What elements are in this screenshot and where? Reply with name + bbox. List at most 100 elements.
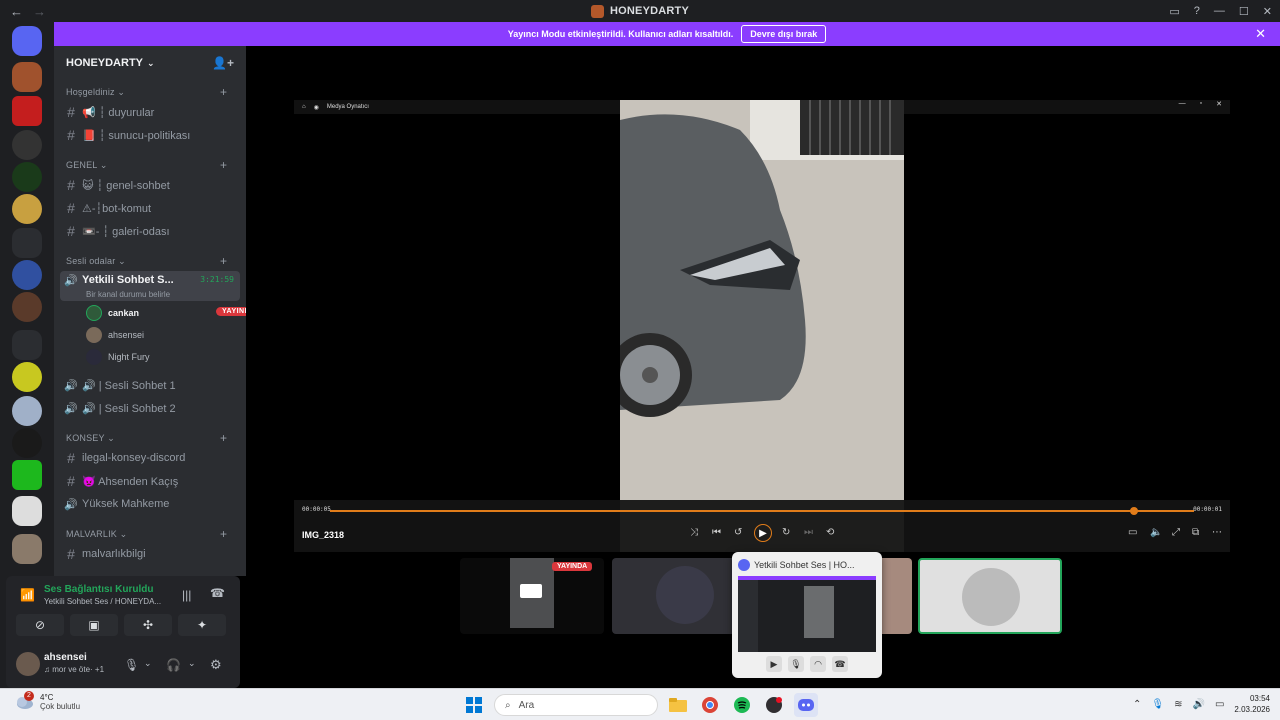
channel-malvarlikbilgi[interactable]: # malvarlıkbilgi bbox=[60, 544, 240, 564]
home-icon[interactable]: ⌂ bbox=[302, 104, 306, 110]
add-channel-icon[interactable]: + bbox=[220, 85, 227, 99]
server-icon[interactable] bbox=[12, 130, 42, 160]
server-icon[interactable] bbox=[12, 96, 42, 126]
discord-home-icon[interactable] bbox=[12, 26, 42, 56]
wifi-icon[interactable]: ≋ bbox=[1174, 699, 1182, 710]
avatar[interactable] bbox=[16, 652, 40, 676]
seek-bar[interactable] bbox=[330, 510, 1194, 512]
headphones-icon[interactable]: ◠ bbox=[810, 656, 826, 672]
add-channel-icon[interactable]: + bbox=[220, 431, 227, 445]
file-explorer-icon[interactable] bbox=[666, 693, 690, 717]
chrome-icon[interactable] bbox=[698, 693, 722, 717]
help-icon[interactable]: ? bbox=[1194, 5, 1200, 17]
server-icon[interactable] bbox=[12, 260, 42, 290]
channel-ilegal-konsey[interactable]: # ilegal-konsey-discord bbox=[60, 448, 240, 468]
voice-channel-sesli-sohbet-1[interactable]: 🔊 🔊 | Sesli Sohbet 1 bbox=[60, 375, 240, 395]
obs-icon[interactable] bbox=[762, 693, 786, 717]
channel-duyurular[interactable]: # 📢 ┆ duyurular bbox=[60, 102, 240, 122]
soundboard-button[interactable]: ✦ bbox=[178, 614, 226, 636]
chevron-down-icon[interactable]: ⌄ bbox=[188, 658, 196, 669]
server-icon[interactable] bbox=[12, 496, 42, 526]
microphone-icon[interactable]: 🎙 bbox=[788, 656, 804, 672]
voice-channel-yetkili-sohbet[interactable]: 🔊 Yetkili Sohbet S... 3:21:59 Bir kanal … bbox=[60, 271, 240, 301]
server-icon[interactable] bbox=[12, 428, 42, 458]
activities-button[interactable]: ✣ bbox=[124, 614, 172, 636]
participant-tile-speaking[interactable] bbox=[918, 558, 1062, 634]
server-header[interactable]: HONEYDARTY ⌄ 👤+ bbox=[54, 46, 246, 80]
server-icon[interactable] bbox=[12, 396, 42, 426]
player-maximize-icon[interactable]: ▫ bbox=[1200, 100, 1202, 108]
user-name[interactable]: ahsensei bbox=[44, 652, 87, 663]
window-preview[interactable] bbox=[738, 576, 876, 652]
channel-sunucu-politikasi[interactable]: # 📕 ┆ sunucu-politikası bbox=[60, 125, 240, 145]
more-options-icon[interactable]: ⋯ bbox=[1212, 527, 1222, 538]
fullscreen-icon[interactable]: ⤢ bbox=[1172, 527, 1180, 538]
camera-off-button[interactable]: ⊘ bbox=[16, 614, 64, 636]
voice-channel-sesli-sohbet-2[interactable]: 🔊 🔊 | Sesli Sohbet 2 bbox=[60, 398, 240, 418]
seek-knob[interactable] bbox=[1129, 507, 1138, 515]
subtitles-icon[interactable]: ▭ bbox=[1128, 527, 1137, 538]
server-icon[interactable] bbox=[12, 362, 42, 392]
taskbar-preview-popup[interactable]: Yetkili Sohbet Ses | HO... ▶ 🎙 ◠ ☎ bbox=[732, 552, 882, 678]
channel-galeri-odasi[interactable]: # 📼- ┆ galeri-odası bbox=[60, 221, 240, 241]
settings-gear-icon[interactable]: ⚙ bbox=[210, 657, 222, 673]
camera-icon[interactable]: ▶ bbox=[766, 656, 782, 672]
windows-start-icon[interactable] bbox=[462, 693, 486, 717]
voice-user[interactable]: cankan YAYINDA bbox=[86, 304, 262, 322]
disable-button[interactable]: Devre dışı bırak bbox=[741, 25, 827, 43]
server-icon[interactable] bbox=[12, 162, 42, 192]
weather-widget[interactable]: 2 4°C Çok bulutlu bbox=[14, 691, 80, 711]
category-hosgeldiniz[interactable]: Hoşgeldiniz ⌄ + bbox=[66, 85, 227, 99]
forward-icon[interactable]: ↻ bbox=[782, 527, 790, 538]
server-icon[interactable] bbox=[12, 62, 42, 92]
add-channel-icon[interactable]: + bbox=[220, 158, 227, 172]
invite-icon[interactable]: 👤+ bbox=[212, 56, 234, 70]
chevron-down-icon[interactable]: ⌄ bbox=[144, 658, 152, 669]
server-icon[interactable] bbox=[12, 194, 42, 224]
add-channel-icon[interactable]: + bbox=[220, 254, 227, 268]
next-icon[interactable]: ⏭ bbox=[804, 527, 813, 538]
repeat-icon[interactable]: ⟲ bbox=[826, 527, 834, 538]
folder-icon[interactable] bbox=[12, 330, 42, 360]
add-channel-icon[interactable]: + bbox=[220, 527, 227, 541]
channel-ahsenden-kacis[interactable]: # 👿 Ahsenden Kaçış bbox=[60, 471, 240, 491]
voice-channel-yuksek-mahkeme[interactable]: 🔊 Yüksek Mahkeme bbox=[60, 494, 240, 514]
minimize-button[interactable]: — bbox=[1214, 5, 1225, 17]
player-minimize-icon[interactable]: — bbox=[1179, 100, 1186, 108]
category-konsey[interactable]: KONSEY ⌄ + bbox=[66, 431, 227, 445]
volume-tray-icon[interactable]: 🔊 bbox=[1193, 699, 1205, 710]
clock[interactable]: 03:54 2.03.2026 bbox=[1234, 693, 1270, 715]
previous-icon[interactable]: ⏮ bbox=[712, 527, 721, 538]
play-icon[interactable]: ▶ bbox=[754, 524, 772, 542]
inbox-icon[interactable]: ▭ bbox=[1169, 5, 1179, 18]
channel-bot-komut[interactable]: # ⚠-┆bot-komut bbox=[60, 198, 240, 218]
connection-signal-icon[interactable]: 📶 bbox=[20, 588, 35, 602]
voice-user[interactable]: Night Fury bbox=[86, 348, 150, 366]
rewind-icon[interactable]: ↺ bbox=[734, 527, 742, 538]
close-button[interactable]: ✕ bbox=[1263, 5, 1272, 18]
search-box[interactable]: ⌕ Ara bbox=[494, 694, 658, 716]
voice-channel-name[interactable]: Yetkili Sohbet Ses / HONEYDA... bbox=[44, 597, 161, 606]
stream-tile[interactable]: YAYINDA bbox=[460, 558, 604, 634]
server-icon[interactable] bbox=[12, 292, 42, 322]
voice-user[interactable]: ahsensei bbox=[86, 326, 144, 344]
spotify-icon[interactable] bbox=[730, 693, 754, 717]
noise-suppression-icon[interactable]: ||| bbox=[182, 588, 191, 602]
channel-status[interactable]: Bir kanal durumu belirle bbox=[86, 290, 170, 299]
disconnect-icon[interactable]: ☎ bbox=[832, 656, 848, 672]
volume-icon[interactable]: 🔈 bbox=[1150, 527, 1162, 538]
microphone-tray-icon[interactable]: 🎙 bbox=[1151, 699, 1164, 710]
shuffle-icon[interactable]: ⤨ bbox=[690, 527, 698, 538]
category-genel[interactable]: GENEL ⌄ + bbox=[66, 158, 227, 172]
miniplayer-icon[interactable]: ⧉ bbox=[1192, 527, 1199, 538]
headphones-icon[interactable]: 🎧 bbox=[166, 658, 181, 672]
disconnect-icon[interactable]: ☎ bbox=[210, 586, 225, 600]
server-icon[interactable] bbox=[12, 460, 42, 490]
channel-genel-sohbet[interactable]: # 😺 ┆ genel-sohbet bbox=[60, 175, 240, 195]
folder-icon[interactable] bbox=[12, 228, 42, 258]
screen-share-button[interactable]: ▣ bbox=[70, 614, 118, 636]
discord-taskbar-icon[interactable] bbox=[794, 693, 818, 717]
voice-connection-status[interactable]: Ses Bağlantısı Kuruldu bbox=[44, 584, 153, 595]
server-icon[interactable] bbox=[12, 534, 42, 564]
maximize-button[interactable]: ☐ bbox=[1239, 5, 1249, 18]
